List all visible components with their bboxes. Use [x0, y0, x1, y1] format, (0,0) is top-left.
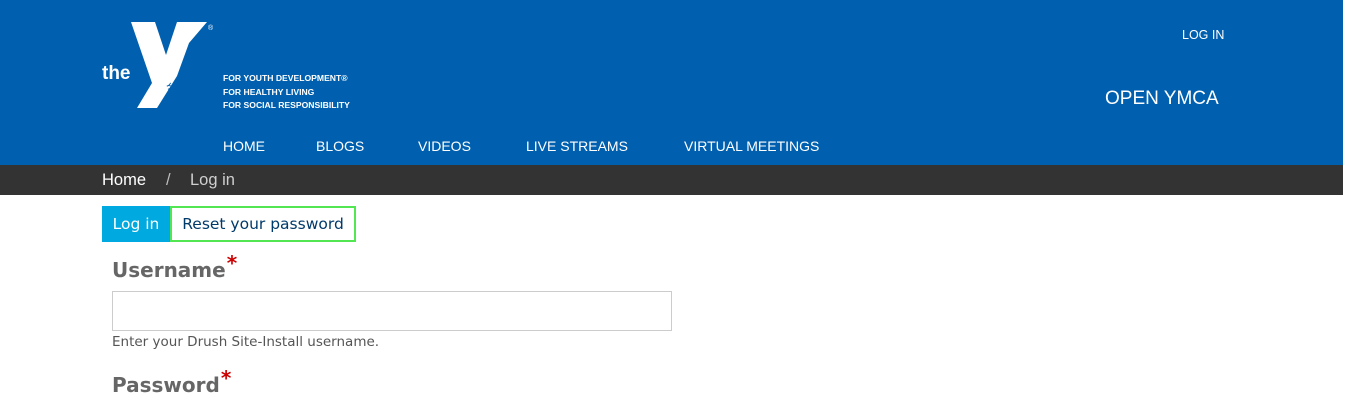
- username-help-text: Enter your Drush Site-Install username.: [112, 334, 380, 350]
- nav-item-blogs[interactable]: BLOGS: [316, 138, 364, 154]
- site-header: the YMCA ® FOR YOUTH DEVELOPMENT® FOR HE…: [0, 0, 1343, 165]
- nav-item-videos[interactable]: VIDEOS: [418, 138, 471, 154]
- tagline: FOR YOUTH DEVELOPMENT® FOR HEALTHY LIVIN…: [223, 72, 350, 113]
- tab-reset-password[interactable]: Reset your password: [170, 206, 356, 242]
- required-mark: *: [220, 366, 232, 390]
- site-name[interactable]: OPEN YMCA: [1105, 88, 1219, 110]
- nav-item-virtual-meetings[interactable]: VIRTUAL MEETINGS: [684, 138, 819, 154]
- username-input[interactable]: [112, 291, 672, 331]
- tab-login[interactable]: Log in: [102, 206, 170, 242]
- required-mark: *: [226, 251, 238, 275]
- tagline-line: FOR SOCIAL RESPONSIBILITY: [223, 100, 350, 110]
- breadcrumb-current: Log in: [190, 171, 235, 189]
- tagline-line: FOR YOUTH DEVELOPMENT®: [223, 73, 348, 83]
- tagline-line: FOR HEALTHY LIVING: [223, 86, 315, 97]
- username-label: Username*: [112, 251, 238, 282]
- header-login-link[interactable]: LOG IN: [1182, 28, 1224, 42]
- nav-item-live-streams[interactable]: LIVE STREAMS: [526, 138, 628, 154]
- breadcrumb-separator: /: [166, 171, 171, 189]
- svg-text:®: ®: [208, 24, 214, 32]
- breadcrumb: Home / Log in: [0, 165, 1343, 195]
- logo-word: the: [102, 63, 131, 84]
- ymca-logo[interactable]: the YMCA ®: [100, 22, 215, 112]
- password-label: Password*: [112, 366, 232, 397]
- nav-item-home[interactable]: HOME: [223, 138, 265, 154]
- breadcrumb-home-link[interactable]: Home: [102, 171, 146, 190]
